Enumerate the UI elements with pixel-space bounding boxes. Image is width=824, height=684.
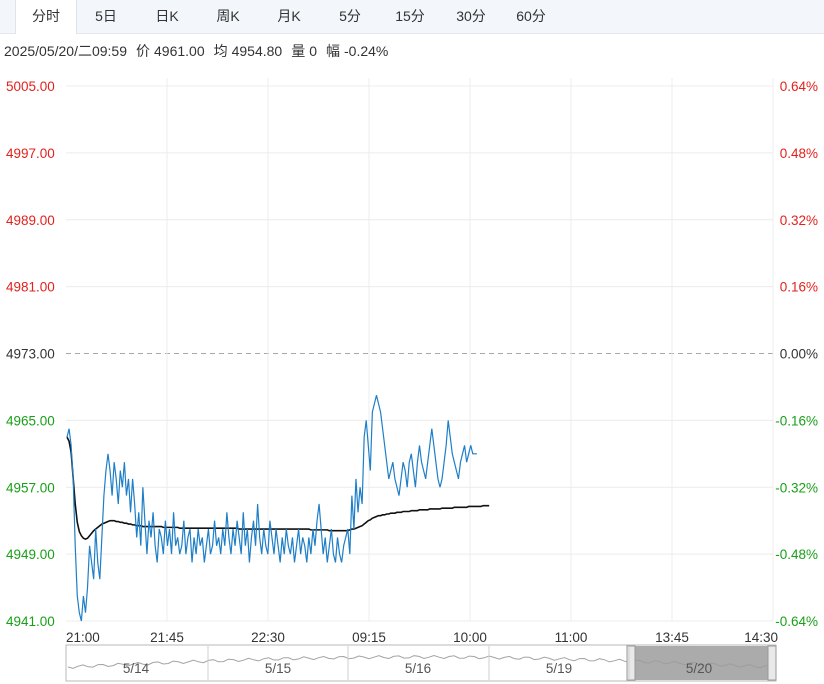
navigator-right-handle[interactable] (767, 645, 777, 681)
price-tick-label: 4965.00 (6, 413, 55, 428)
price-axis: 5005.00 4997.00 4989.00 4981.00 4973.00 4965.… (6, 79, 55, 629)
price-tick-label: 4957.00 (6, 480, 55, 495)
avg-label: 均 (213, 43, 228, 59)
change-value: -0.24% (344, 43, 389, 59)
price-tick-label: 5005.00 (6, 79, 55, 94)
price-tick-label: 4949.00 (6, 547, 55, 562)
tab-daily-k[interactable]: 日K (143, 0, 191, 33)
price-tick-label: 4973.00 (6, 347, 55, 362)
quote-datetime: 2025/05/20/二09:59 (4, 43, 127, 59)
time-axis: 21:00 21:45 22:30 09:15 10:00 11:00 13:45 14:30 (66, 630, 778, 645)
price-tick-label: 4989.00 (6, 213, 55, 228)
percent-axis: 0.64% 0.48% 0.32% 0.16% 0.00% -0.16% -0.32% -0.… (775, 79, 818, 629)
time-tick-label: 09:15 (352, 630, 386, 645)
volume-value: 0 (309, 43, 318, 59)
time-tick-label: 11:00 (555, 630, 588, 645)
navigator-sparkline (67, 654, 771, 669)
tab-15-min[interactable]: 15分 (386, 0, 434, 33)
quote-info-bar: 2025/05/20/二09:59 价 4961.00 均 4954.80 量 0 幅 -0.2… (4, 41, 397, 61)
percent-tick-label: -0.48% (775, 547, 818, 562)
tab-5-min[interactable]: 5分 (326, 0, 374, 33)
navigator-date-label: 5/14 (123, 661, 150, 676)
time-tick-label: 13:45 (655, 630, 689, 645)
range-navigator[interactable]: 5/14 5/15 5/16 5/19 5/20 (65, 644, 777, 682)
volume-label: 量 (291, 43, 306, 59)
percent-tick-label: -0.64% (775, 614, 818, 629)
tab-monthly-k[interactable]: 月K (265, 0, 313, 33)
time-tick-label: 14:30 (744, 630, 778, 645)
tab-intraday[interactable]: 分时 (15, 0, 77, 34)
time-tick-label: 10:00 (453, 630, 487, 645)
chart-grid (66, 78, 774, 622)
navigator-date-label: 5/15 (265, 661, 291, 676)
period-tab-bar: 分时 5日 日K 周K 月K 5分 15分 30分 60分 (0, 0, 824, 34)
price-tick-label: 4997.00 (6, 146, 55, 161)
navigator-date-label: 5/20 (686, 661, 712, 676)
percent-tick-label: -0.16% (775, 413, 818, 428)
price-label: 价 (136, 43, 150, 59)
tab-5-day[interactable]: 5日 (82, 0, 130, 33)
tab-30-min[interactable]: 30分 (447, 0, 495, 33)
price-tick-label: 4941.00 (6, 614, 55, 629)
time-tick-label: 22:30 (251, 630, 285, 645)
average-price-line (66, 436, 490, 540)
navigator-frame (65, 644, 777, 682)
navigator-left-handle[interactable] (626, 645, 636, 681)
navigator-date-label: 5/16 (405, 661, 431, 676)
avg-value: 4954.80 (231, 43, 283, 59)
change-label: 幅 (326, 43, 341, 59)
percent-tick-label: -0.32% (775, 480, 818, 495)
price-tick-label: 4981.00 (6, 280, 55, 295)
percent-tick-label: 0.48% (780, 146, 818, 161)
navigator-date-label: 5/19 (546, 661, 572, 676)
percent-tick-label: 0.32% (780, 213, 818, 228)
percent-tick-label: 0.64% (780, 79, 818, 94)
price-value: 4961.00 (154, 43, 205, 59)
percent-tick-label: 0.00% (780, 347, 818, 362)
time-tick-label: 21:00 (66, 630, 100, 645)
time-tick-label: 21:45 (150, 630, 184, 645)
price-line (66, 395, 477, 622)
tab-weekly-k[interactable]: 周K (204, 0, 252, 33)
navigator-selection[interactable] (634, 646, 768, 680)
percent-tick-label: 0.16% (780, 280, 818, 295)
intraday-chart[interactable]: 5005.00 4997.00 4989.00 4981.00 4973.00 4965.… (0, 0, 824, 684)
tab-60-min[interactable]: 60分 (507, 0, 555, 33)
